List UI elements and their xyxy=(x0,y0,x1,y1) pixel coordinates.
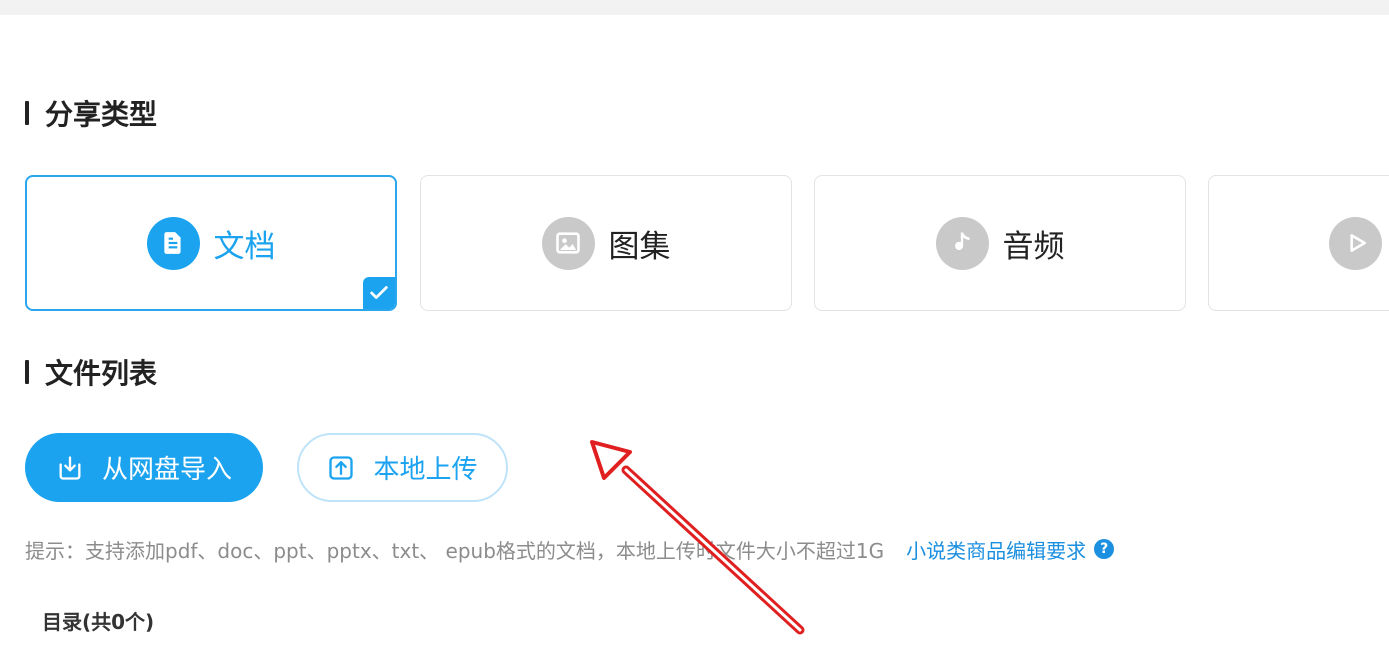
directory-count: 目录(共0个) xyxy=(42,610,155,634)
type-card-gallery[interactable]: 图集 xyxy=(420,175,792,311)
format-tip: 提示：支持添加pdf、doc、ppt、pptx、txt、 epub格式的文档，本… xyxy=(25,534,1115,564)
type-card-audio[interactable]: 音频 xyxy=(814,175,1186,311)
image-icon xyxy=(541,216,595,270)
local-upload-button[interactable]: 本地上传 xyxy=(297,433,508,502)
type-card-document[interactable]: 文档 xyxy=(25,175,397,311)
type-card-label: 音频 xyxy=(1002,228,1065,265)
type-card-video[interactable] xyxy=(1208,175,1389,311)
upload-button-label: 本地上传 xyxy=(373,455,478,485)
download-icon xyxy=(56,454,84,482)
share-type-heading: 分享类型 xyxy=(25,97,157,131)
type-card-label: 文档 xyxy=(213,228,276,265)
type-card-label: 图集 xyxy=(608,228,671,265)
top-bar xyxy=(0,0,1389,15)
novel-requirements-link[interactable]: 小说类商品编辑要求 xyxy=(906,535,1086,564)
play-icon xyxy=(1329,216,1382,270)
file-list-heading: 文件列表 xyxy=(25,356,157,390)
selected-check-icon xyxy=(363,277,395,309)
heading-bar xyxy=(25,360,29,384)
upload-icon xyxy=(327,454,355,482)
music-note-icon xyxy=(935,216,989,270)
tip-text: 提示：支持添加pdf、doc、ppt、pptx、txt、 epub格式的文档，本… xyxy=(25,538,885,563)
share-type-title: 分享类型 xyxy=(45,98,158,131)
file-list-title: 文件列表 xyxy=(45,357,158,390)
help-icon[interactable]: ? xyxy=(1094,539,1115,559)
import-from-cloud-button[interactable]: 从网盘导入 xyxy=(25,433,263,502)
document-icon xyxy=(146,216,200,270)
heading-bar xyxy=(25,101,29,125)
import-button-label: 从网盘导入 xyxy=(101,455,232,485)
